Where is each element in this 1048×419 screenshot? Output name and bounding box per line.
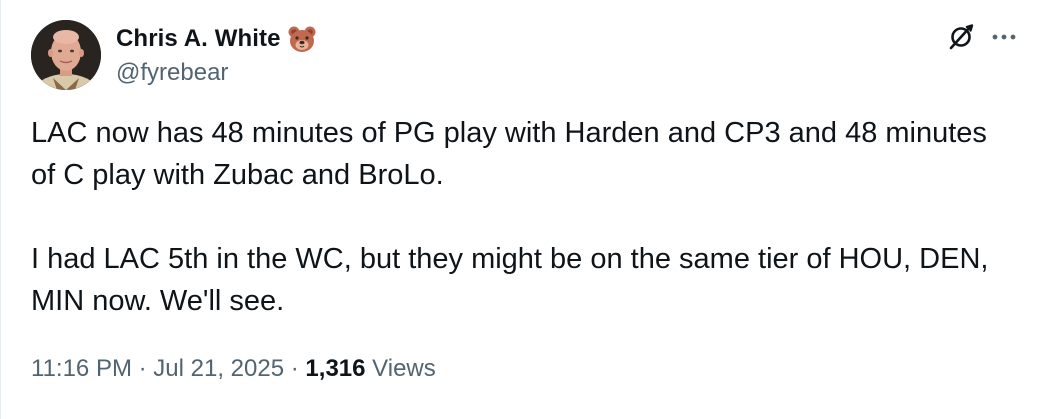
meta-separator: ·: [138, 355, 147, 382]
display-name[interactable]: Chris A. White: [116, 25, 281, 53]
tweet-meta: 11:16 PM · Jul 21, 2025 · 1,316 Views: [31, 355, 436, 383]
views-count: 1,316: [305, 355, 366, 382]
user-handle[interactable]: @fyrebear: [116, 59, 317, 87]
bear-face-icon: [287, 24, 317, 54]
author-identity: Chris A. White @fyrebear: [116, 20, 317, 87]
avatar-image: [31, 20, 101, 90]
avatar[interactable]: [31, 20, 101, 90]
tweet-date: Jul 21, 2025: [153, 355, 285, 382]
tweet-timestamp[interactable]: 11:16 PM · Jul 21, 2025: [31, 355, 284, 382]
tweet-header: Chris A. White @fyrebear: [31, 20, 317, 90]
tweet-actions: [946, 22, 1020, 52]
tweet-paragraph: I had LAC 5th in the WC, but they might …: [31, 243, 989, 317]
meta-separator: ·: [290, 355, 299, 382]
more-icon[interactable]: [988, 22, 1020, 52]
name-row: Chris A. White: [116, 24, 317, 54]
tweet-text: LAC now has 48 minutes of PG play with H…: [31, 112, 991, 322]
grok-icon[interactable]: [946, 22, 976, 52]
tweet-card: Chris A. White @fyrebear LAC now has 48 …: [0, 0, 1048, 419]
tweet-time: 11:16 PM: [31, 355, 132, 382]
tweet-paragraph: LAC now has 48 minutes of PG play with H…: [31, 117, 987, 191]
views-label: Views: [372, 355, 436, 382]
